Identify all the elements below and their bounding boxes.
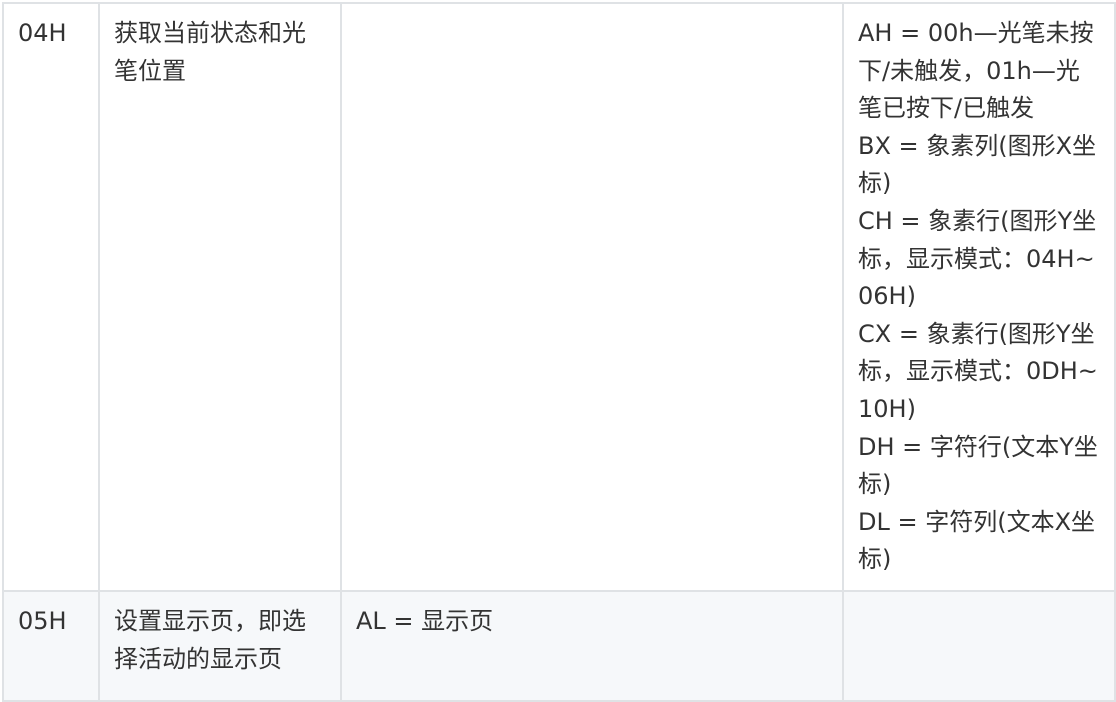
function-code-cell: 05H — [2, 589, 100, 702]
output-line: CX = 象素行(图形Y坐标，显示模式：0DH~10H) — [858, 319, 1098, 423]
function-description-cell: 获取当前状态和光笔位置 — [98, 2, 342, 592]
output-line: BX = 象素列(图形X坐标) — [858, 131, 1097, 198]
table-row: 04H 获取当前状态和光笔位置 AH = 00h—光笔未按下/未触发，01h—光… — [2, 2, 1116, 592]
output-line: DH = 字符行(文本Y坐标) — [858, 432, 1098, 499]
input-params-cell: AL = 显示页 — [340, 589, 844, 702]
table-row: 05H 设置显示页，即选择活动的显示页 AL = 显示页 — [2, 589, 1116, 702]
function-description-cell: 设置显示页，即选择活动的显示页 — [98, 589, 342, 702]
input-params-cell — [340, 2, 844, 592]
output-line: AH = 00h—光笔未按下/未触发，01h—光笔已按下/已触发 — [858, 19, 1094, 123]
output-line: CH = 象素行(图形Y坐标，显示模式：04H~06H) — [858, 206, 1097, 311]
function-code-cell: 04H — [2, 2, 100, 592]
output-line: DL = 字符列(文本X坐标) — [858, 507, 1096, 574]
output-params-cell — [842, 589, 1116, 702]
output-params-cell: AH = 00h—光笔未按下/未触发，01h—光笔已按下/已触发 BX = 象素… — [842, 2, 1116, 592]
bios-function-table: 04H 获取当前状态和光笔位置 AH = 00h—光笔未按下/未触发，01h—光… — [2, 2, 1116, 702]
